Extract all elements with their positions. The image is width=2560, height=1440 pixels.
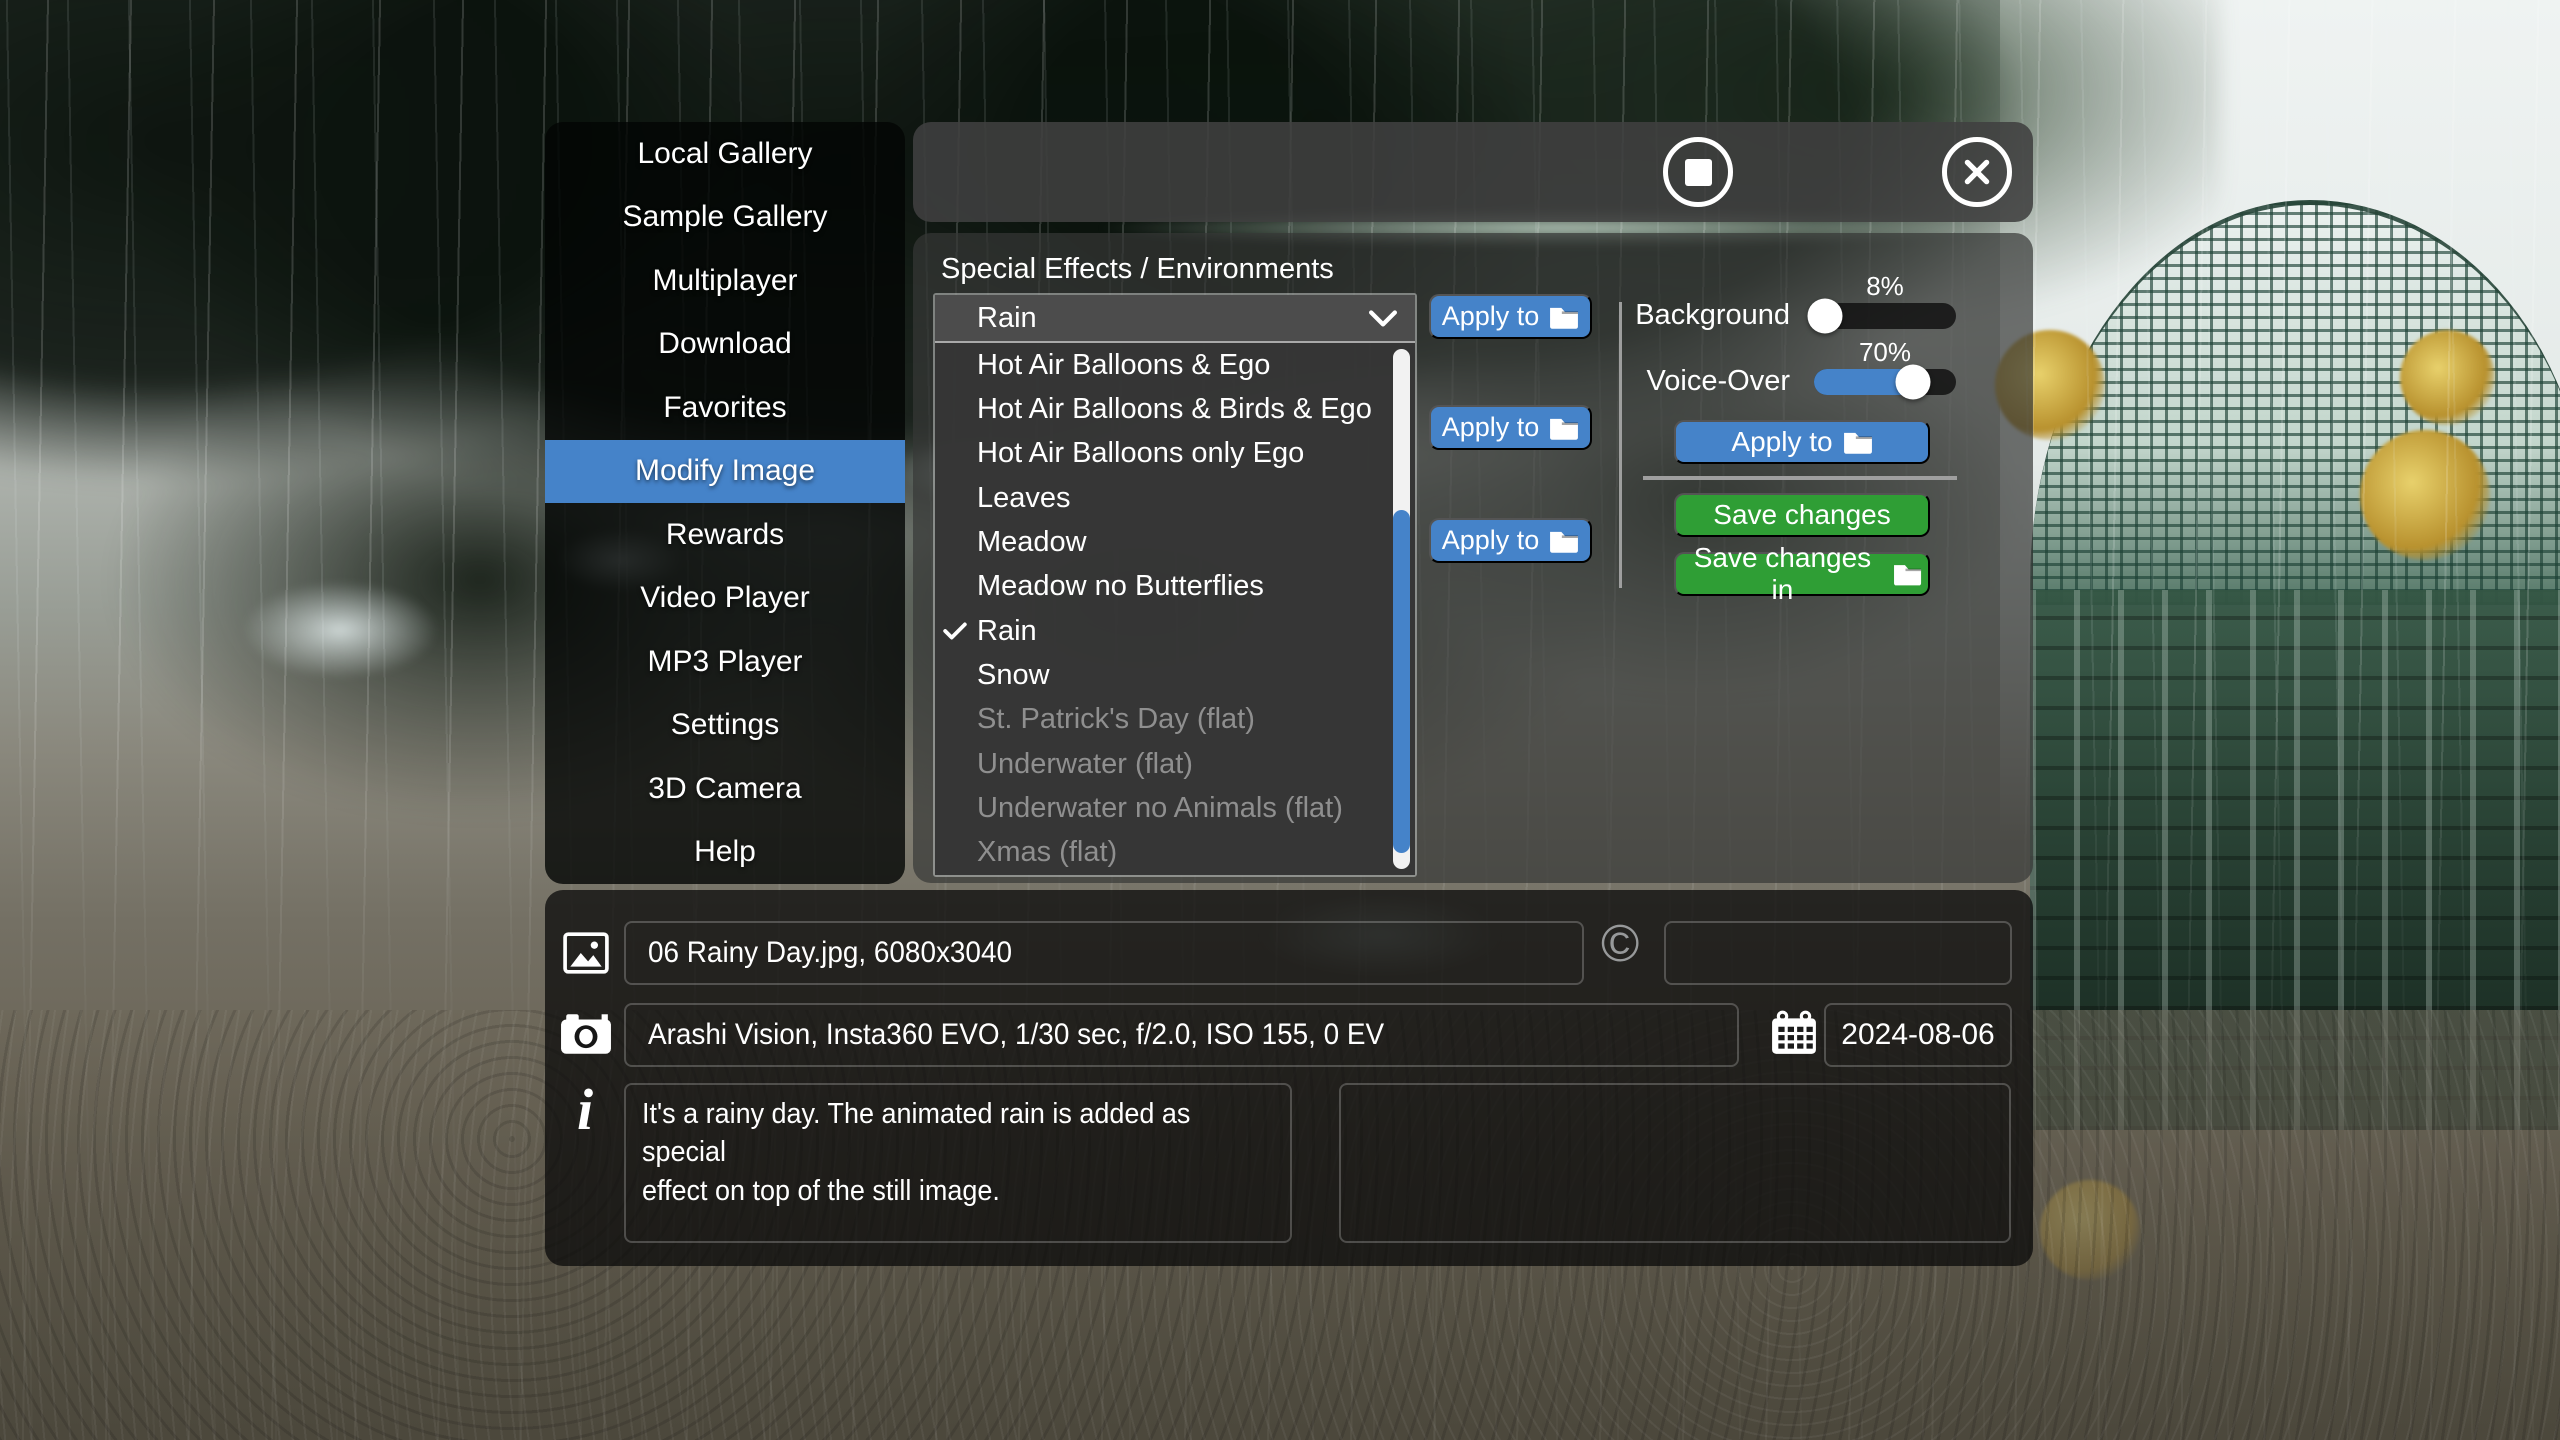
option-meadow-no-butterflies[interactable]: Meadow no Butterflies xyxy=(935,565,1415,609)
option-underwater: Underwater (flat) xyxy=(935,742,1415,786)
button-label: Apply to xyxy=(1442,525,1540,556)
effect-combobox: Rain Hot Air Balloons & Ego Hot Air Ball… xyxy=(933,293,1417,877)
panel-title: Special Effects / Environments xyxy=(941,253,1334,286)
voice-over-volume-slider[interactable] xyxy=(1814,369,1956,395)
sidebar-item-3d-camera[interactable]: 3D Camera xyxy=(545,757,905,821)
effect-select[interactable]: Rain xyxy=(935,295,1415,343)
background-gold-ornament xyxy=(2400,330,2495,425)
sidebar-item-settings[interactable]: Settings xyxy=(545,694,905,758)
camera-icon xyxy=(560,1011,612,1055)
background-gold-ornament xyxy=(2040,1180,2140,1280)
button-label: Save changes xyxy=(1713,499,1890,531)
voice-over-volume-label: Voice-Over xyxy=(1473,365,1790,398)
option-rain[interactable]: Rain xyxy=(935,609,1415,653)
effect-option-list: Hot Air Balloons & Ego Hot Air Balloons … xyxy=(935,343,1415,875)
stop-button[interactable] xyxy=(1663,137,1733,207)
stop-icon xyxy=(1685,159,1712,186)
main-menu: Local Gallery Sample Gallery Multiplayer… xyxy=(545,122,905,884)
vertical-divider xyxy=(1619,302,1622,588)
description-text: It's a rainy day. The animated rain is a… xyxy=(642,1095,1271,1210)
app-screen: Local Gallery Sample Gallery Multiplayer… xyxy=(0,0,2560,1440)
slider-thumb[interactable] xyxy=(1808,299,1843,334)
sidebar-item-multiplayer[interactable]: Multiplayer xyxy=(545,249,905,313)
sidebar-item-help[interactable]: Help xyxy=(545,821,905,885)
background-volume-label: Background xyxy=(1473,299,1790,332)
save-changes-button[interactable]: Save changes xyxy=(1674,493,1930,537)
button-label: Apply to xyxy=(1731,426,1832,458)
option-snow[interactable]: Snow xyxy=(935,653,1415,697)
option-hot-air-balloons-birds-ego[interactable]: Hot Air Balloons & Birds & Ego xyxy=(935,387,1415,431)
option-meadow[interactable]: Meadow xyxy=(935,520,1415,564)
calendar-icon xyxy=(1770,1010,1818,1056)
notes-field[interactable] xyxy=(1339,1083,2011,1243)
background-pavilion-dome xyxy=(2030,200,2560,605)
camera-info-field[interactable]: Arashi Vision, Insta360 EVO, 1/30 sec, f… xyxy=(624,1003,1739,1067)
option-st-patricks-day: St. Patrick's Day (flat) xyxy=(935,698,1415,742)
close-button[interactable] xyxy=(1942,137,2012,207)
background-sky-bright xyxy=(2000,0,2560,840)
apply-effect-to-folder-button[interactable]: Apply to xyxy=(1429,405,1592,450)
voice-over-volume-value: 70% xyxy=(1814,337,1956,368)
horizontal-divider xyxy=(1643,476,1957,480)
chevron-down-icon xyxy=(1369,310,1397,328)
apply-audio-to-folder-button[interactable]: Apply to xyxy=(1674,420,1930,464)
window-titlebar xyxy=(913,122,2033,222)
copyright-icon: © xyxy=(1601,914,1639,974)
date-field[interactable]: 2024-08-06 xyxy=(1824,1003,2012,1067)
filename-field[interactable]: 06 Rainy Day.jpg, 6080x3040 xyxy=(624,921,1584,985)
apply-effect-to-folder-button[interactable]: Apply to xyxy=(1429,518,1592,563)
image-icon xyxy=(563,932,609,974)
folder-icon xyxy=(1893,562,1922,586)
filename-text: 06 Rainy Day.jpg, 6080x3040 xyxy=(648,923,1012,983)
sidebar-item-mp3-player[interactable]: MP3 Player xyxy=(545,630,905,694)
background-pavilion-body xyxy=(2030,590,2560,1130)
option-xmas: Xmas (flat) xyxy=(935,831,1415,875)
sidebar-item-favorites[interactable]: Favorites xyxy=(545,376,905,440)
option-list-scrollbar[interactable] xyxy=(1393,349,1410,869)
sidebar-item-video-player[interactable]: Video Player xyxy=(545,567,905,631)
sidebar-item-sample-gallery[interactable]: Sample Gallery xyxy=(545,186,905,250)
slider-thumb[interactable] xyxy=(1896,365,1931,400)
scrollbar-thumb[interactable] xyxy=(1393,510,1410,853)
camera-info-text: Arashi Vision, Insta360 EVO, 1/30 sec, f… xyxy=(648,1005,1384,1065)
check-icon xyxy=(943,621,967,641)
background-gold-ornament xyxy=(2360,430,2490,560)
option-label: Rain xyxy=(977,615,1037,648)
copyright-field[interactable] xyxy=(1664,921,2012,985)
folder-icon xyxy=(1549,529,1579,553)
button-label: Save changes in xyxy=(1682,542,1883,606)
folder-icon xyxy=(1549,416,1579,440)
effect-select-value: Rain xyxy=(977,302,1037,335)
info-icon: i xyxy=(577,1076,593,1143)
save-changes-in-folder-button[interactable]: Save changes in xyxy=(1674,552,1930,596)
option-underwater-no-animals: Underwater no Animals (flat) xyxy=(935,786,1415,830)
sidebar-item-local-gallery[interactable]: Local Gallery xyxy=(545,122,905,186)
sidebar-item-modify-image[interactable]: Modify Image xyxy=(545,440,905,504)
folder-icon xyxy=(1843,430,1873,454)
description-field[interactable]: It's a rainy day. The animated rain is a… xyxy=(624,1083,1292,1243)
button-label: Apply to xyxy=(1442,412,1540,443)
sidebar-item-download[interactable]: Download xyxy=(545,313,905,377)
special-effects-panel: Special Effects / Environments Rain Hot … xyxy=(913,233,2033,883)
background-volume-slider[interactable] xyxy=(1814,303,1956,329)
close-icon xyxy=(1961,156,1993,188)
background-volume-value: 8% xyxy=(1814,271,1956,302)
option-hot-air-balloons-only-ego[interactable]: Hot Air Balloons only Ego xyxy=(935,432,1415,476)
sidebar-item-rewards[interactable]: Rewards xyxy=(545,503,905,567)
option-hot-air-balloons-ego[interactable]: Hot Air Balloons & Ego xyxy=(935,343,1415,387)
image-metadata-panel: 06 Rainy Day.jpg, 6080x3040 © Arashi Vis… xyxy=(545,890,2033,1266)
option-leaves[interactable]: Leaves xyxy=(935,476,1415,520)
